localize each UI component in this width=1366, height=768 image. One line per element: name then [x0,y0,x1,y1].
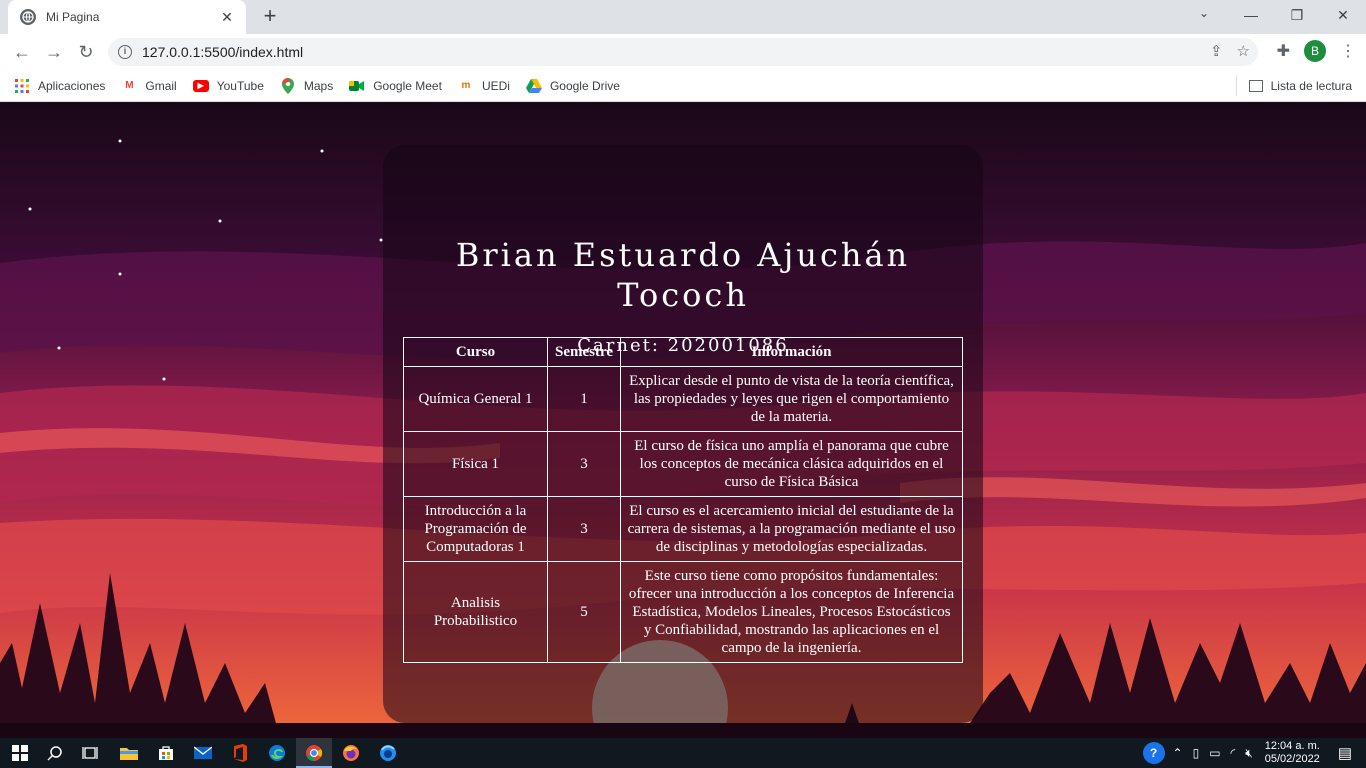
bookmark-aplicaciones[interactable]: Aplicaciones [14,78,105,94]
bookmark-maps[interactable]: Maps [280,77,334,94]
reading-list-icon [1248,80,1263,92]
help-icon[interactable]: ? [1142,742,1165,764]
cell-semestre: 1 [547,366,621,432]
forward-button[interactable]: → [42,40,66,64]
header-semestre: Semestre [547,337,621,367]
header-informacion: Información [620,337,963,367]
cell-semestre: 5 [547,561,621,663]
bookmark-label: Aplicaciones [38,78,106,93]
bookmark-star-icon[interactable]: ☆ [1237,42,1250,60]
close-window-button[interactable]: ✕ [1320,0,1366,30]
cell-informacion: El curso es el acercamiento inicial del … [620,496,963,562]
file-explorer-icon[interactable] [119,743,139,763]
meet-icon [349,78,365,94]
bookmarks-bar: Aplicaciones M Gmail ▶ YouTube Maps Goog… [0,70,1366,102]
table-row: Química General 1 1 Explicar desde el pu… [403,366,963,432]
cell-informacion: Este curso tiene como propósitos fundame… [620,561,963,663]
store-icon[interactable] [156,743,176,763]
bookmark-label: Gmail [145,78,177,93]
task-view-icon[interactable] [80,743,100,763]
name-line-1: Brian Estuardo Ajuchán [455,236,911,274]
cell-curso: Física 1 [403,431,548,497]
youtube-icon: ▶ [192,79,209,92]
gmail-icon: M [125,80,134,91]
minimize-button[interactable]: — [1228,0,1274,30]
extensions-icon[interactable]: ✚ [1277,41,1290,61]
bookmark-google-drive[interactable]: Google Drive [525,78,620,94]
drive-icon [525,78,542,94]
menu-icon[interactable]: ⋮ [1340,41,1356,61]
clock[interactable]: 12:04 a. m. 05/02/2022 [1265,740,1320,766]
windows-start-icon[interactable] [10,743,30,763]
courses-table: Curso Semestre Información Química Gener… [403,337,963,663]
battery-icon[interactable]: ▭ [1209,746,1220,760]
url-text: 127.0.0.1:5500/index.html [142,44,304,60]
system-tray: ? ⌃ ▯ ▭ ◜ 🔇︎ 12:04 a. m. 05/02/2022 ▤ [1142,738,1366,768]
volume-muted-icon[interactable]: 🔇︎ [1245,746,1253,761]
bookmark-gmail[interactable]: M Gmail [121,78,177,94]
bookmark-youtube[interactable]: ▶ YouTube [192,78,264,93]
uedi-icon: m [461,80,471,91]
firefox-icon[interactable] [341,743,361,763]
reading-list-button[interactable]: Lista de lectura [1235,76,1352,96]
restore-button[interactable]: ❐ [1274,0,1320,30]
firefox-dev-icon[interactable] [378,743,398,763]
clock-date: 05/02/2022 [1264,753,1320,765]
tab-search-icon[interactable]: ⌄ [1192,6,1216,26]
table-row: Física 1 3 El curso de física uno amplía… [403,431,963,497]
page-viewport: Brian Estuardo Ajuchán Tococh Carnet: 20… [0,103,1366,738]
tab-title: Mi Pagina [46,10,100,24]
wifi-icon[interactable]: ◜ [1231,746,1236,760]
profile-avatar[interactable]: B [1304,40,1326,62]
name-line-2: Tococh [617,276,749,314]
maps-icon [280,77,296,94]
page-title: Brian Estuardo Ajuchán Tococh [383,235,983,315]
cell-curso: Introducción a la Programación de Comput… [403,496,548,562]
table-row: Analisis Probabilistico 5 Este curso tie… [403,561,963,663]
mail-icon[interactable] [193,743,213,763]
cell-informacion: El curso de física uno amplía el panoram… [620,431,963,497]
tab-bar: Mi Pagina ✕ + ⌄ — ❐ ✕ [0,0,1366,34]
cell-curso: Química General 1 [403,366,548,432]
cell-semestre: 3 [547,431,621,497]
notifications-icon[interactable]: ▤ [1338,744,1352,762]
chevron-up-icon[interactable]: ⌃ [1173,746,1183,760]
windows-taskbar: ? ⌃ ▯ ▭ ◜ 🔇︎ 12:04 a. m. 05/02/2022 ▤ [0,738,1366,768]
address-bar[interactable]: i 127.0.0.1:5500/index.html ⇪ ☆ [108,38,1258,66]
reload-button[interactable]: ↻ [74,40,98,64]
back-button[interactable]: ← [10,40,34,64]
cell-informacion: Explicar desde el punto de vista de la t… [620,366,963,432]
device-icon[interactable]: ▯ [1193,746,1200,760]
office-icon[interactable] [229,743,249,763]
browser-toolbar: ← → ↻ i 127.0.0.1:5500/index.html ⇪ ☆ ✚ … [0,34,1366,70]
edge-icon[interactable] [267,743,287,763]
bookmark-label: UEDi [481,78,510,93]
table-row: Introducción a la Programación de Comput… [403,496,963,562]
header-curso: Curso [403,337,548,367]
bookmark-label: Maps [303,78,334,93]
search-icon[interactable] [45,743,65,763]
table-header-row: Curso Semestre Información [403,337,963,367]
new-tab-button[interactable]: + [258,5,282,29]
tab-mi-pagina[interactable]: Mi Pagina ✕ [8,0,246,34]
bookmark-uedi[interactable]: m UEDi [458,78,510,94]
close-tab-icon[interactable]: ✕ [218,9,236,26]
reading-list-label: Lista de lectura [1270,79,1352,93]
site-info-icon[interactable]: i [118,45,132,59]
bookmark-label: YouTube [216,78,264,93]
bookmark-label: Google Meet [373,78,442,93]
clock-time: 12:04 a. m. [1264,740,1320,752]
bookmark-google-meet[interactable]: Google Meet [349,78,442,94]
cell-curso: Analisis Probabilistico [403,561,548,663]
share-icon[interactable]: ⇪ [1210,42,1223,60]
chrome-icon[interactable] [304,743,324,763]
globe-icon [20,9,36,25]
apps-grid-icon [14,78,30,94]
cell-semestre: 3 [547,496,621,562]
bookmark-label: Google Drive [549,78,620,93]
